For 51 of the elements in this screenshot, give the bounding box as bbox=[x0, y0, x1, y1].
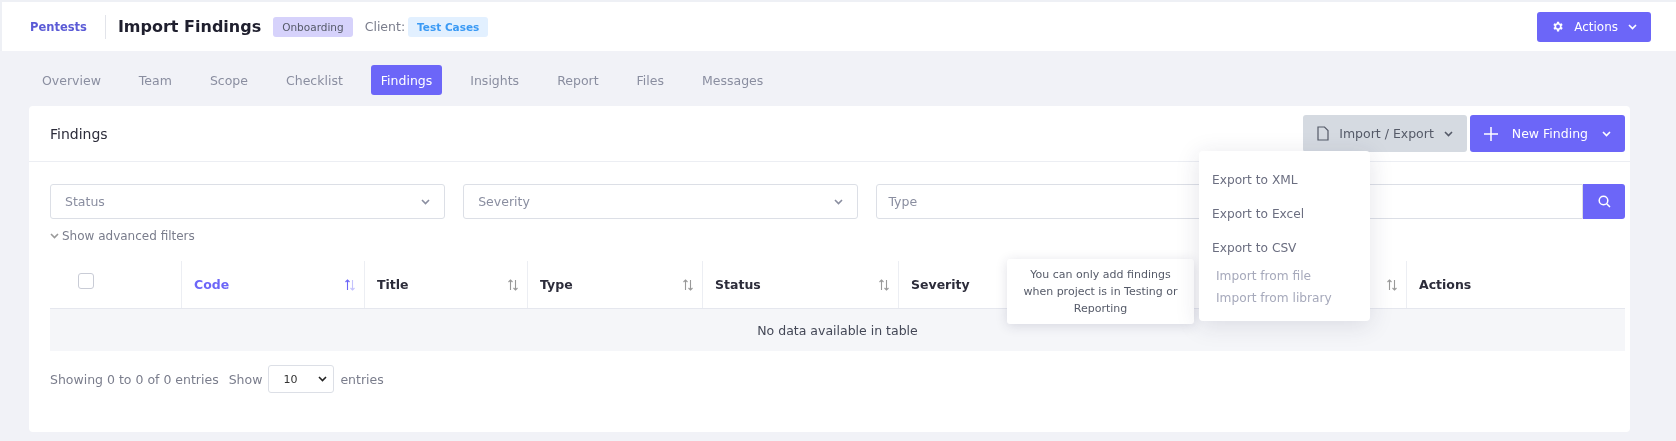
actions-button[interactable]: Actions bbox=[1537, 11, 1651, 42]
column-header[interactable]: Status bbox=[715, 277, 761, 292]
nav-tab[interactable]: Team bbox=[128, 65, 182, 95]
filter-select[interactable]: Severity bbox=[463, 184, 859, 219]
sort-icon[interactable] bbox=[878, 278, 890, 291]
nav-tab[interactable]: Overview bbox=[32, 65, 111, 95]
chevron-down-icon bbox=[1443, 130, 1453, 137]
show-label: Show bbox=[228, 371, 263, 387]
filter-select[interactable]: Status bbox=[50, 184, 446, 219]
search-icon bbox=[1597, 195, 1611, 208]
page-title: Import Findings bbox=[117, 17, 262, 36]
select-all-checkbox[interactable] bbox=[78, 273, 94, 289]
chevron-down-icon bbox=[318, 376, 328, 382]
nav-tab[interactable]: Report bbox=[547, 65, 609, 95]
menu-item[interactable]: Export to XML bbox=[1199, 163, 1370, 197]
chevron-down-icon bbox=[1602, 130, 1611, 137]
search-button[interactable] bbox=[1583, 184, 1625, 219]
card-title: Findings bbox=[50, 125, 108, 142]
sort-icon[interactable] bbox=[1386, 278, 1398, 291]
nav-tab[interactable]: Checklist bbox=[276, 65, 353, 95]
entries-info: Showing 0 to 0 of 0 entries bbox=[50, 371, 219, 387]
status-badge: Onboarding bbox=[273, 16, 353, 37]
client-label: Client: bbox=[364, 19, 406, 34]
sort-icon[interactable] bbox=[682, 278, 694, 291]
client-badge: Test Cases bbox=[408, 16, 489, 37]
document-icon bbox=[1317, 126, 1330, 141]
nav-tab[interactable]: Files bbox=[626, 65, 674, 95]
column-header[interactable]: Code bbox=[194, 277, 230, 292]
new-finding-button[interactable]: New Finding bbox=[1469, 115, 1625, 152]
nav-tab[interactable]: Messages bbox=[692, 65, 774, 95]
column-header[interactable]: Type bbox=[540, 277, 573, 292]
plus-icon bbox=[1483, 126, 1498, 141]
breadcrumb-link[interactable]: Pentests bbox=[30, 14, 106, 39]
sort-icon[interactable] bbox=[507, 278, 519, 291]
chevron-down-icon bbox=[1628, 23, 1637, 30]
column-header[interactable]: Actions bbox=[1419, 277, 1472, 292]
nav-tab[interactable]: Insights bbox=[460, 65, 530, 95]
nav-tab[interactable]: Scope bbox=[199, 65, 258, 95]
chevron-down-icon bbox=[834, 198, 844, 205]
page-size-select[interactable]: 10 bbox=[268, 365, 335, 393]
nav-tab[interactable]: Findings bbox=[370, 65, 443, 95]
chevron-down-icon bbox=[50, 233, 59, 239]
column-header[interactable]: Title bbox=[377, 277, 409, 292]
tooltip: You can only add findings when project is in Testing or Reporting bbox=[1007, 259, 1194, 324]
entries-label: entries bbox=[340, 371, 384, 387]
gear-icon bbox=[1551, 20, 1565, 33]
import-export-button[interactable]: Import / Export bbox=[1303, 115, 1467, 152]
chevron-down-icon bbox=[421, 198, 431, 205]
sort-icon[interactable] bbox=[344, 278, 356, 291]
column-header[interactable]: Severity bbox=[911, 277, 970, 292]
menu-item[interactable]: Export to Excel bbox=[1199, 197, 1370, 231]
